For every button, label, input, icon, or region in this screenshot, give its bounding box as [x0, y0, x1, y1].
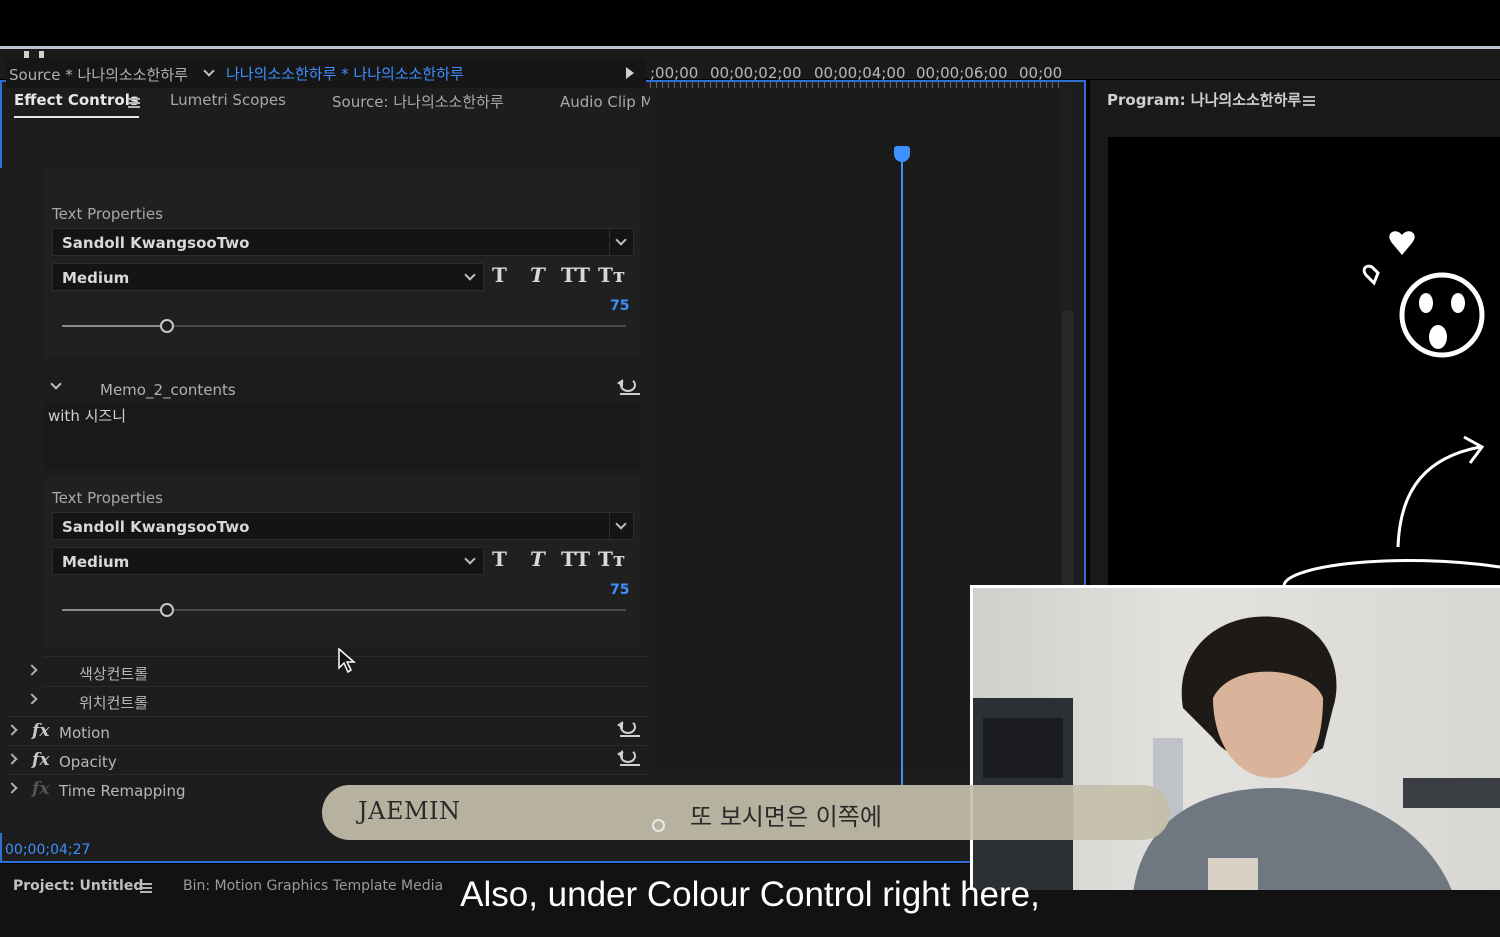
row-divider	[6, 716, 648, 717]
tab-lumetri-scopes[interactable]: Lumetri Scopes	[170, 91, 286, 109]
faux-italic-button[interactable]: T	[530, 547, 545, 571]
font-dropdown-button[interactable]	[609, 229, 633, 255]
caption-line: 또 보시면은 이쪽에	[690, 803, 882, 831]
tab-source[interactable]: Source: 나나의소소한하루	[332, 91, 504, 112]
ruler-ticks	[650, 82, 1060, 88]
ruler-timecode: 00;00;02;00	[710, 64, 802, 82]
font-size-slider-knob[interactable]	[160, 319, 174, 333]
all-caps-button[interactable]: TT	[561, 547, 590, 571]
font-size-slider-fill	[62, 325, 166, 327]
row-divider	[44, 686, 648, 687]
row-divider	[6, 745, 648, 746]
font-size-value[interactable]: 75	[610, 298, 629, 314]
playhead-line	[901, 160, 903, 785]
chevron-down-icon	[615, 234, 627, 246]
chevron-down-icon[interactable]	[203, 65, 215, 77]
reset-effect-icon[interactable]	[617, 720, 640, 737]
fx-toggle-icon[interactable]: fx	[32, 721, 49, 741]
video-top-letterbox	[0, 0, 1500, 47]
font-size-value[interactable]: 75	[610, 582, 629, 598]
group-position-control[interactable]: 위치컨트롤	[79, 692, 148, 713]
font-size-slider-fill	[62, 609, 166, 611]
effect-time-remapping[interactable]: Time Remapping	[59, 782, 186, 800]
group-color-control[interactable]: 색상컨트롤	[79, 663, 148, 684]
source-sequence-row: Source * 나나의소소한하루 나나의소소한하루 * 나나의소소한하루	[6, 58, 646, 88]
font-size-slider-knob[interactable]	[160, 603, 174, 617]
program-graphics	[1282, 231, 1500, 586]
ruler-timecode: ;00;00	[650, 64, 699, 82]
panel-menu-icon[interactable]	[128, 98, 140, 108]
sequence-clip-label[interactable]: 나나의소소한하루 * 나나의소소한하루	[226, 63, 464, 84]
font-family-value: Sandoll KwangsooTwo	[62, 234, 250, 252]
effect-motion[interactable]: Motion	[59, 724, 110, 742]
memo2-label: Memo_2_contents	[100, 381, 236, 399]
video-subtitle: Also, under Colour Control right here,	[460, 875, 1040, 914]
memo2-text-box[interactable]	[44, 404, 640, 469]
faux-italic-button[interactable]: T	[530, 263, 545, 287]
time-ruler[interactable]: ;00;00 00;00;02;00 00;00;04;00 00;00;06;…	[650, 58, 1063, 88]
font-family-select[interactable]: Sandoll KwangsooTwo	[52, 512, 634, 540]
program-monitor-title[interactable]: Program: 나나의소소한하루	[1107, 89, 1301, 110]
tab-effect-controls[interactable]: Effect Controls	[14, 91, 139, 118]
panel-menu-icon[interactable]	[1303, 96, 1315, 106]
program-monitor-screen[interactable]	[1108, 137, 1500, 586]
font-dropdown-button[interactable]	[609, 513, 633, 539]
chevron-down-icon	[464, 269, 476, 281]
memo2-content-text[interactable]: with 시즈니	[48, 405, 126, 426]
heart-outline-icon	[1362, 264, 1380, 286]
ruler-timecode: 00;00	[1019, 64, 1063, 82]
fx-toggle-icon: fx	[32, 779, 50, 799]
chevron-down-icon	[615, 518, 627, 530]
playhead-handle[interactable]	[894, 146, 910, 162]
program-monitor-panel: Program: 나나의소소한하루	[1090, 80, 1500, 586]
arrow-icon	[1396, 445, 1481, 548]
ruler-timecode: 00;00;04;00	[814, 64, 906, 82]
fx-toggle-icon[interactable]: fx	[32, 750, 49, 770]
effect-opacity[interactable]: Opacity	[59, 753, 117, 771]
webcam-overlay	[970, 585, 1500, 890]
row-divider	[6, 774, 648, 775]
heart-icon	[1389, 231, 1415, 255]
all-caps-button[interactable]: TT	[561, 263, 590, 287]
font-style-value: Medium	[62, 269, 130, 287]
font-style-select[interactable]: Medium	[52, 263, 484, 291]
play-icon[interactable]	[626, 67, 634, 79]
font-style-select[interactable]: Medium	[52, 547, 484, 575]
reset-effect-icon[interactable]	[617, 749, 640, 766]
speaker-name: JAEMIN	[358, 797, 461, 825]
small-caps-button[interactable]: Tт	[598, 263, 625, 287]
anchor-point-icon	[652, 819, 665, 832]
source-clip-label[interactable]: Source * 나나의소소한하루	[9, 64, 188, 85]
current-timecode[interactable]: 00;00;04;27	[5, 842, 90, 858]
chevron-down-icon	[464, 553, 476, 565]
ruler-timecode: 00;00;06;00	[916, 64, 1008, 82]
text-properties-label: Text Properties	[52, 205, 163, 223]
lower-third-caption: JAEMIN 또 보시면은 이쪽에	[322, 785, 1170, 840]
text-properties-label: Text Properties	[52, 489, 163, 507]
font-family-value: Sandoll KwangsooTwo	[62, 518, 250, 536]
small-caps-button[interactable]: Tт	[598, 547, 625, 571]
faux-bold-button[interactable]: T	[492, 263, 507, 287]
font-family-select[interactable]: Sandoll KwangsooTwo	[52, 228, 634, 256]
faux-bold-button[interactable]: T	[492, 547, 507, 571]
font-style-value: Medium	[62, 553, 130, 571]
reset-parameter-icon[interactable]	[617, 378, 640, 395]
webcam-image	[973, 616, 1500, 890]
mouse-cursor-icon	[338, 648, 357, 674]
